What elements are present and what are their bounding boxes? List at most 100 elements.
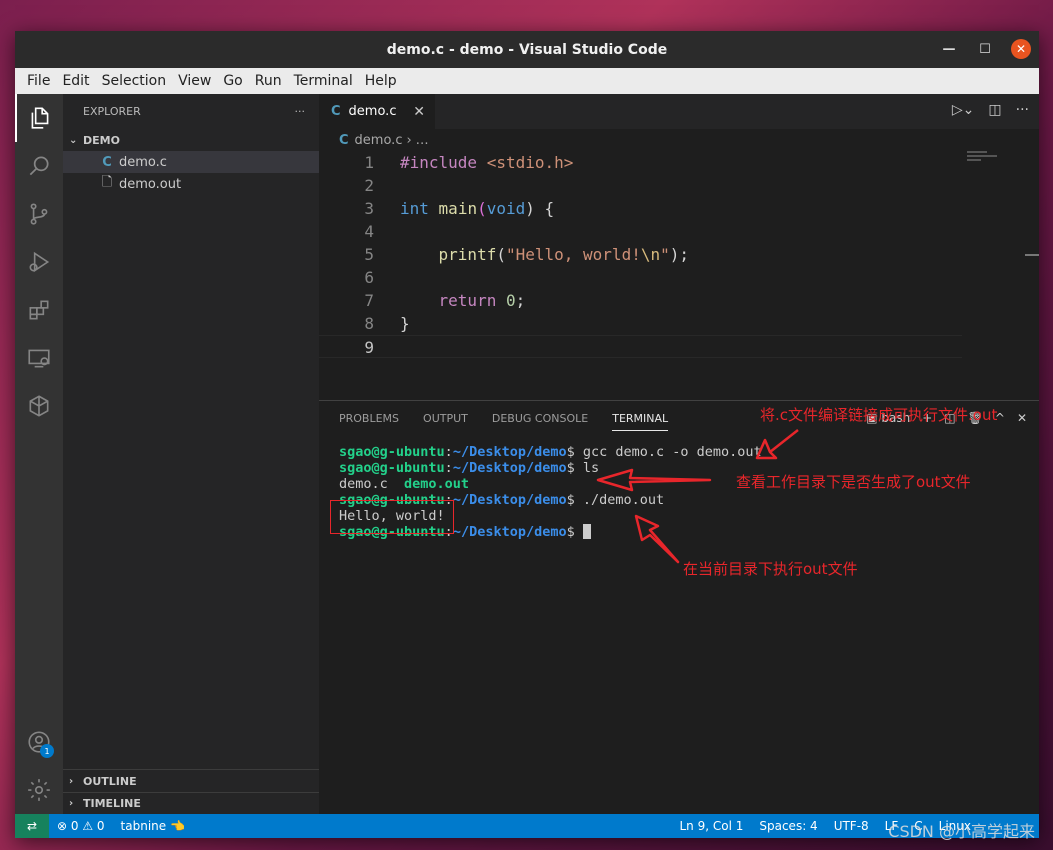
code-token: ( — [477, 199, 487, 218]
term-user: sgao@g-ubuntu — [339, 460, 445, 476]
menu-selection[interactable]: Selection — [96, 73, 173, 89]
c-file-icon: C — [331, 104, 341, 119]
code-token: \n — [640, 245, 661, 264]
term-path: ~/Desktop/demo — [452, 492, 567, 508]
run-code-icon[interactable]: ▷⌄ — [952, 102, 975, 118]
code-editor[interactable]: 1 #include <stdio.h> 2 3 int main(void) { … — [319, 151, 1039, 358]
highlight-box — [330, 500, 454, 534]
term-cmd: ./demo.out — [582, 492, 665, 508]
menu-run[interactable]: Run — [249, 73, 288, 89]
tab-debug-console[interactable]: DEBUG CONSOLE — [492, 412, 588, 425]
line-number: 1 — [364, 153, 374, 172]
line-number: 9 — [364, 338, 374, 357]
term-path: ~/Desktop/demo — [452, 444, 567, 460]
indentation[interactable]: Spaces: 4 — [751, 819, 825, 833]
maximize-button[interactable]: ☐ — [975, 39, 995, 59]
explorer-icon[interactable] — [15, 94, 63, 142]
c-file-icon: C — [102, 154, 112, 170]
term-sep: : — [444, 460, 453, 476]
tab-terminal[interactable]: TERMINAL — [612, 412, 669, 431]
accounts-icon[interactable]: 1 — [15, 718, 63, 766]
settings-gear-icon[interactable] — [15, 766, 63, 814]
line-number: 6 — [364, 268, 374, 287]
breadcrumb: C demo.c › … — [339, 132, 429, 148]
activity-bar: 1 — [15, 94, 63, 814]
status-bar: ⇄ ⊗ 0 ⚠ 0 tabnine 👈 Ln 9, Col 1 Spaces: … — [15, 814, 1039, 838]
line-number: 5 — [364, 245, 374, 264]
tabnine-status[interactable]: tabnine 👈 — [113, 819, 193, 833]
code-token: ; — [515, 291, 526, 310]
tab-demo-c[interactable]: C demo.c ✕ — [319, 94, 435, 129]
title-bar: demo.c - demo - Visual Studio Code — ☐ ✕ — [15, 31, 1039, 68]
more-actions-icon[interactable]: ··· — [1016, 102, 1029, 118]
more-actions-icon[interactable]: ··· — [295, 105, 306, 118]
source-control-icon[interactable] — [15, 190, 63, 238]
minimap[interactable] — [967, 151, 1025, 169]
line-number: 7 — [364, 291, 374, 310]
folder-demo[interactable]: ⌄ DEMO — [63, 129, 319, 151]
window-title: demo.c - demo - Visual Studio Code — [386, 41, 668, 58]
code-token: "Hello, world! — [505, 245, 641, 264]
code-token: ( — [496, 245, 506, 264]
tab-label: demo.c — [348, 104, 397, 119]
code-token: " — [660, 245, 670, 264]
remote-explorer-icon[interactable] — [15, 334, 63, 382]
code-token: return — [438, 291, 497, 310]
timeline-section[interactable]: › TIMELINE — [63, 792, 319, 814]
problems-status[interactable]: ⊗ 0 ⚠ 0 — [49, 819, 113, 833]
annotation-compile: 将.c文件编译链接成可执行文件.out — [760, 406, 998, 424]
minimize-button[interactable]: — — [939, 39, 959, 59]
code-token: ) { — [525, 199, 555, 218]
close-button[interactable]: ✕ — [1011, 39, 1031, 59]
menu-terminal[interactable]: Terminal — [288, 73, 359, 89]
menu-edit[interactable]: Edit — [56, 73, 95, 89]
menu-go[interactable]: Go — [217, 73, 248, 89]
menu-bar: File Edit Selection View Go Run Terminal… — [15, 68, 1039, 94]
bottom-panel: PROBLEMS OUTPUT DEBUG CONSOLE TERMINAL ▣… — [319, 400, 1039, 814]
file-icon: 🗋 — [101, 175, 113, 190]
term-path: ~/Desktop/demo — [452, 460, 567, 476]
menu-help[interactable]: Help — [359, 73, 403, 89]
annotation-run: 在当前目录下执行out文件 — [683, 560, 858, 578]
file-label: demo.c — [119, 154, 167, 170]
outline-section[interactable]: › OUTLINE — [63, 770, 319, 792]
chevron-down-icon: ⌄ — [69, 134, 78, 146]
docker-icon[interactable] — [15, 382, 63, 430]
code-token: ); — [669, 245, 689, 264]
close-panel-icon[interactable]: ✕ — [1017, 411, 1027, 425]
run-debug-icon[interactable] — [15, 238, 63, 286]
tab-problems[interactable]: PROBLEMS — [339, 412, 399, 425]
breadcrumb-more[interactable]: … — [416, 133, 429, 148]
search-icon[interactable] — [15, 142, 63, 190]
outline-label: OUTLINE — [83, 774, 137, 788]
close-tab-icon[interactable]: ✕ — [413, 104, 425, 120]
c-file-icon: C — [339, 132, 349, 148]
term-cmd: gcc demo.c -o demo.out — [582, 444, 762, 460]
scrollbar-marker[interactable] — [1025, 254, 1039, 256]
editor-tabs: C demo.c ✕ ▷⌄ ◫ ··· — [319, 94, 1039, 129]
term-ls-file: demo.c — [339, 476, 405, 492]
menu-file[interactable]: File — [21, 73, 56, 89]
term-cmd: ls — [582, 460, 600, 476]
menu-view[interactable]: View — [172, 73, 217, 89]
code-token: #include — [400, 153, 478, 172]
extensions-icon[interactable] — [15, 286, 63, 334]
breadcrumb-file[interactable]: demo.c — [355, 133, 403, 148]
code-token: <stdio.h> — [486, 153, 574, 172]
cursor-position[interactable]: Ln 9, Col 1 — [672, 819, 752, 833]
term-user: sgao@g-ubuntu — [339, 444, 445, 460]
code-token: void — [486, 199, 526, 218]
term-prompt: $ — [566, 492, 583, 508]
term-prompt: $ — [566, 460, 583, 476]
split-editor-icon[interactable]: ◫ — [988, 102, 1001, 118]
file-label: demo.out — [119, 176, 182, 192]
file-item-demo-out[interactable]: 🗋 demo.out — [63, 173, 319, 195]
remote-indicator-icon[interactable]: ⇄ — [15, 814, 49, 838]
explorer-title: EXPLORER — [83, 105, 141, 118]
tab-output[interactable]: OUTPUT — [423, 412, 468, 425]
file-item-demo-c[interactable]: C demo.c — [63, 151, 319, 173]
line-number: 2 — [364, 176, 374, 195]
encoding[interactable]: UTF-8 — [826, 819, 877, 833]
chevron-right-icon: › — [69, 775, 74, 787]
code-token: int — [400, 199, 429, 218]
